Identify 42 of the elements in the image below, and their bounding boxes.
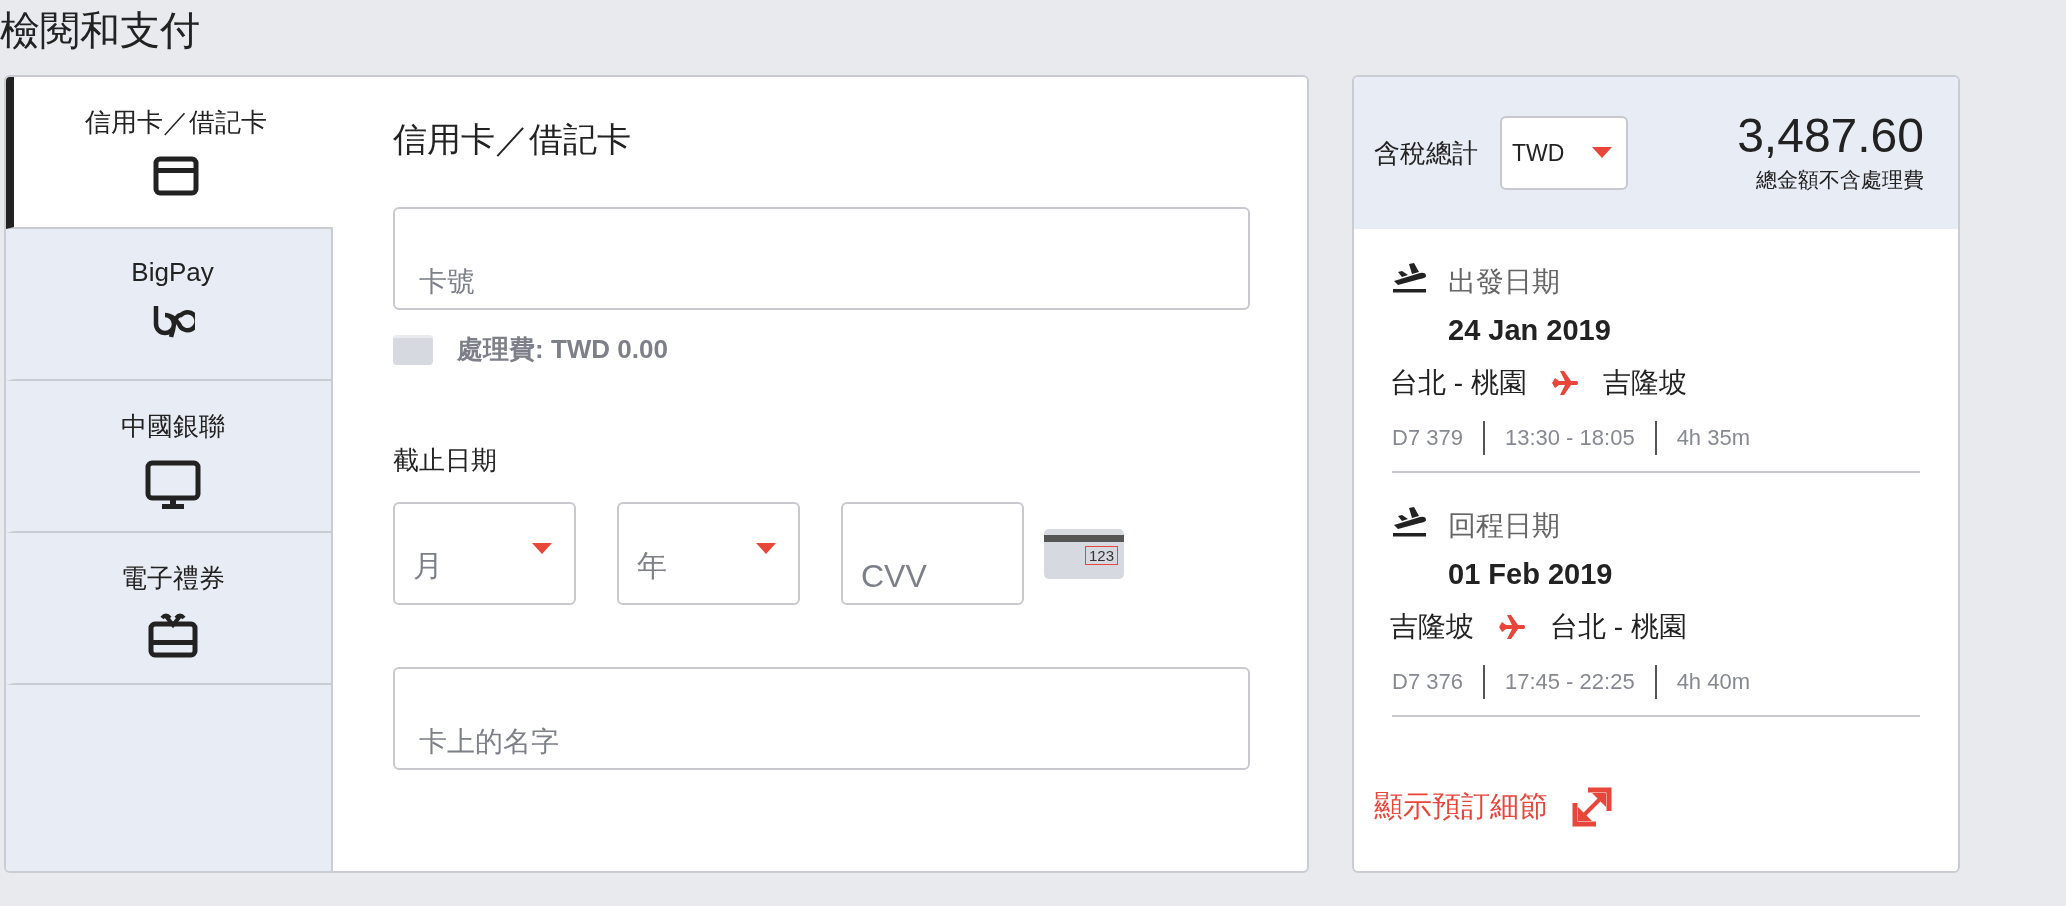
fee-text: 處理費: TWD 0.00	[457, 333, 668, 366]
cardholder-name-field[interactable]: 卡上的名字	[393, 667, 1250, 770]
gift-card-icon	[147, 612, 198, 658]
flight-label: 出發日期	[1448, 265, 1561, 299]
page-title: 檢閱和支付	[0, 7, 201, 54]
caret-icon	[532, 543, 552, 555]
flight-date: 01 Feb 2019	[1448, 558, 1614, 591]
card-number-field[interactable]: 卡號	[393, 207, 1250, 310]
flight-duration: 4h 35m	[1654, 421, 1770, 455]
form-heading: 信用卡／借記卡	[393, 119, 632, 160]
total-amount: 3,487.60	[1737, 112, 1924, 160]
flight-time: 17:45 - 22:25	[1482, 665, 1655, 699]
flight-time: 13:30 - 18:05	[1482, 421, 1655, 455]
month-select[interactable]: 月	[393, 502, 576, 605]
origin-city: 台北 - 桃園	[1390, 366, 1527, 400]
destination-city: 台北 - 桃園	[1550, 610, 1687, 644]
year-select[interactable]: 年	[617, 502, 800, 605]
currency-select[interactable]: TWD	[1500, 116, 1628, 190]
plane-takeoff-icon	[1392, 263, 1428, 293]
credit-card-icon	[152, 156, 199, 196]
plane-icon	[1498, 614, 1526, 640]
card-icon	[393, 334, 433, 365]
flight-label: 回程日期	[1448, 509, 1561, 543]
cvv-digits: 123	[1084, 545, 1118, 565]
caret-icon	[1592, 147, 1612, 159]
expiry-label: 截止日期	[393, 444, 498, 477]
flight-duration: 4h 40m	[1654, 665, 1770, 699]
fee-note: 總金額不含處理費	[1756, 167, 1924, 193]
flight-number: D7 379	[1392, 424, 1464, 452]
caret-icon	[756, 543, 776, 555]
booking-details-link[interactable]: 顯示預訂細節	[1374, 787, 1958, 827]
payment-tab[interactable]: 信用卡／借記卡	[6, 77, 333, 229]
expand-icon	[1572, 787, 1612, 827]
origin-city: 吉隆坡	[1390, 610, 1474, 644]
flight-date: 24 Jan 2019	[1448, 314, 1612, 347]
plane-icon	[1550, 370, 1579, 396]
destination-city: 吉隆坡	[1602, 366, 1687, 400]
cvv-field[interactable]: CVV	[841, 502, 1024, 605]
flight-number: D7 376	[1392, 668, 1464, 696]
total-label: 含稅總計	[1374, 136, 1478, 170]
monitor-icon	[144, 460, 201, 510]
plane-takeoff-icon	[1392, 507, 1428, 537]
